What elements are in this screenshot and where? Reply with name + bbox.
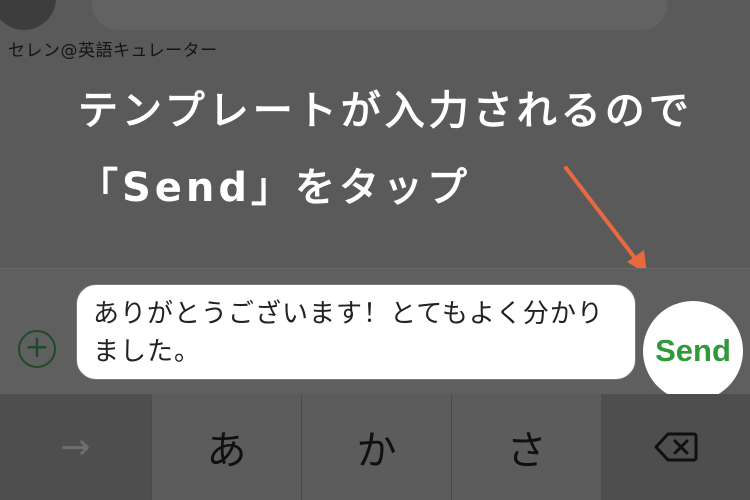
backspace-icon bbox=[654, 432, 697, 462]
send-button[interactable]: Send bbox=[643, 301, 743, 401]
key-ka[interactable]: か bbox=[301, 394, 451, 500]
key-sa[interactable]: さ bbox=[451, 394, 601, 500]
next-key[interactable]: → bbox=[0, 394, 151, 500]
key-a[interactable]: あ bbox=[151, 394, 301, 500]
keyboard: → あ か さ bbox=[0, 394, 750, 500]
message-input[interactable]: ありがとうございます！とてもよく分かりました。 bbox=[76, 284, 636, 380]
send-button-label: Send bbox=[655, 333, 731, 368]
add-attachment-button[interactable]: + bbox=[18, 330, 56, 368]
arrow-right-icon: → bbox=[60, 426, 91, 468]
delete-key[interactable] bbox=[601, 394, 750, 500]
